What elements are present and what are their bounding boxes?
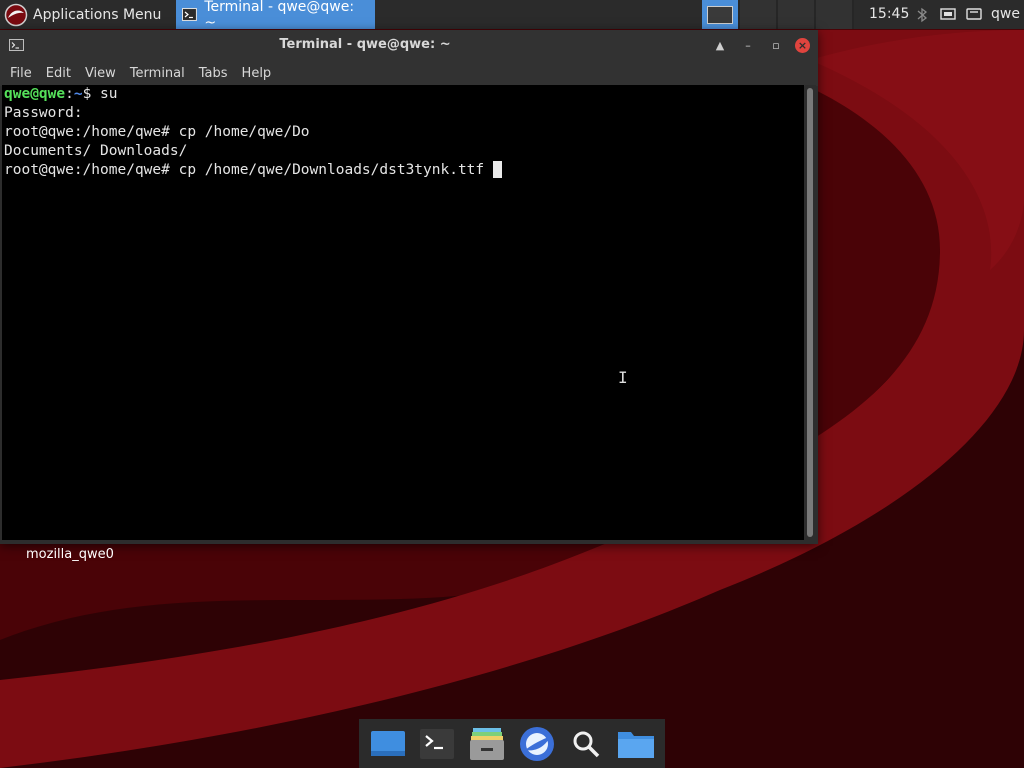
prompt-path: ~ [73,86,83,102]
clock[interactable]: 15:45 [869,0,909,29]
workspace-1[interactable] [702,0,740,29]
bluetooth-icon[interactable] [913,6,931,24]
workspace-4[interactable] [816,0,854,29]
current-command: root@qwe:/home/qwe# cp /home/qwe/Downloa… [4,162,493,178]
menu-bar: File Edit View Terminal Tabs Help [0,60,818,86]
close-button[interactable]: × [795,37,810,53]
desktop-icon-label[interactable]: mozilla_qwe0 [26,547,114,562]
web-browser-icon[interactable] [517,724,557,764]
shade-button[interactable]: ▲ [711,36,729,54]
applications-menu-button[interactable]: Applications Menu [0,0,169,29]
terminal-icon [182,8,198,21]
terminal-output[interactable]: qwe@qwe:~$ su Password: root@qwe:/home/q… [2,85,804,540]
dock [359,719,665,768]
minimize-button[interactable]: – [739,36,757,54]
menu-terminal[interactable]: Terminal [123,66,192,81]
terminal-window: Terminal - qwe@qwe: ~ ▲ – ▫ × File Edit … [0,30,818,544]
file-manager-icon[interactable] [467,724,507,764]
terminal-line: qwe@qwe:~$ su [4,86,118,102]
menu-view[interactable]: View [78,66,123,81]
terminal-icon[interactable] [417,724,457,764]
maximize-button[interactable]: ▫ [767,36,785,54]
folder-icon[interactable] [616,724,656,764]
window-titlebar[interactable]: Terminal - qwe@qwe: ~ ▲ – ▫ × [0,30,818,60]
terminal-line: Documents/ Downloads/ [4,143,188,159]
terminal-line: root@qwe:/home/qwe# cp /home/qwe/Do [4,124,310,140]
user-menu[interactable]: qwe [991,0,1020,29]
network-icon[interactable] [939,6,957,24]
menu-file[interactable]: File [3,66,39,81]
system-tray [913,0,983,29]
applications-menu-label: Applications Menu [33,6,162,23]
menu-edit[interactable]: Edit [39,66,78,81]
distro-logo-icon [4,3,28,26]
mouse-ibeam-cursor-icon: I [618,368,628,387]
window-title: Terminal - qwe@qwe: ~ [279,37,451,52]
terminal-line: root@qwe:/home/qwe# cp /home/qwe/Downloa… [4,161,802,180]
workspace-switcher [702,0,854,29]
command-text: su [91,86,118,102]
terminal-line: Password: [4,105,83,121]
show-desktop-icon[interactable] [368,724,408,764]
menu-tabs[interactable]: Tabs [192,66,235,81]
taskbar-terminal-label: Terminal - qwe@qwe: ~ [204,0,355,31]
text-cursor [492,161,502,178]
scrollbar-thumb[interactable] [807,88,813,537]
workspace-2[interactable] [740,0,778,29]
search-icon[interactable] [566,724,606,764]
taskbar-terminal-button[interactable]: Terminal - qwe@qwe: ~ [176,0,376,31]
prompt-user: qwe@qwe [4,86,66,102]
terminal-scrollbar[interactable] [805,85,816,540]
display-icon[interactable] [965,6,983,24]
menu-help[interactable]: Help [235,66,279,81]
workspace-3[interactable] [778,0,816,29]
top-panel: Applications Menu Terminal - qwe@qwe: ~ … [0,0,1024,31]
